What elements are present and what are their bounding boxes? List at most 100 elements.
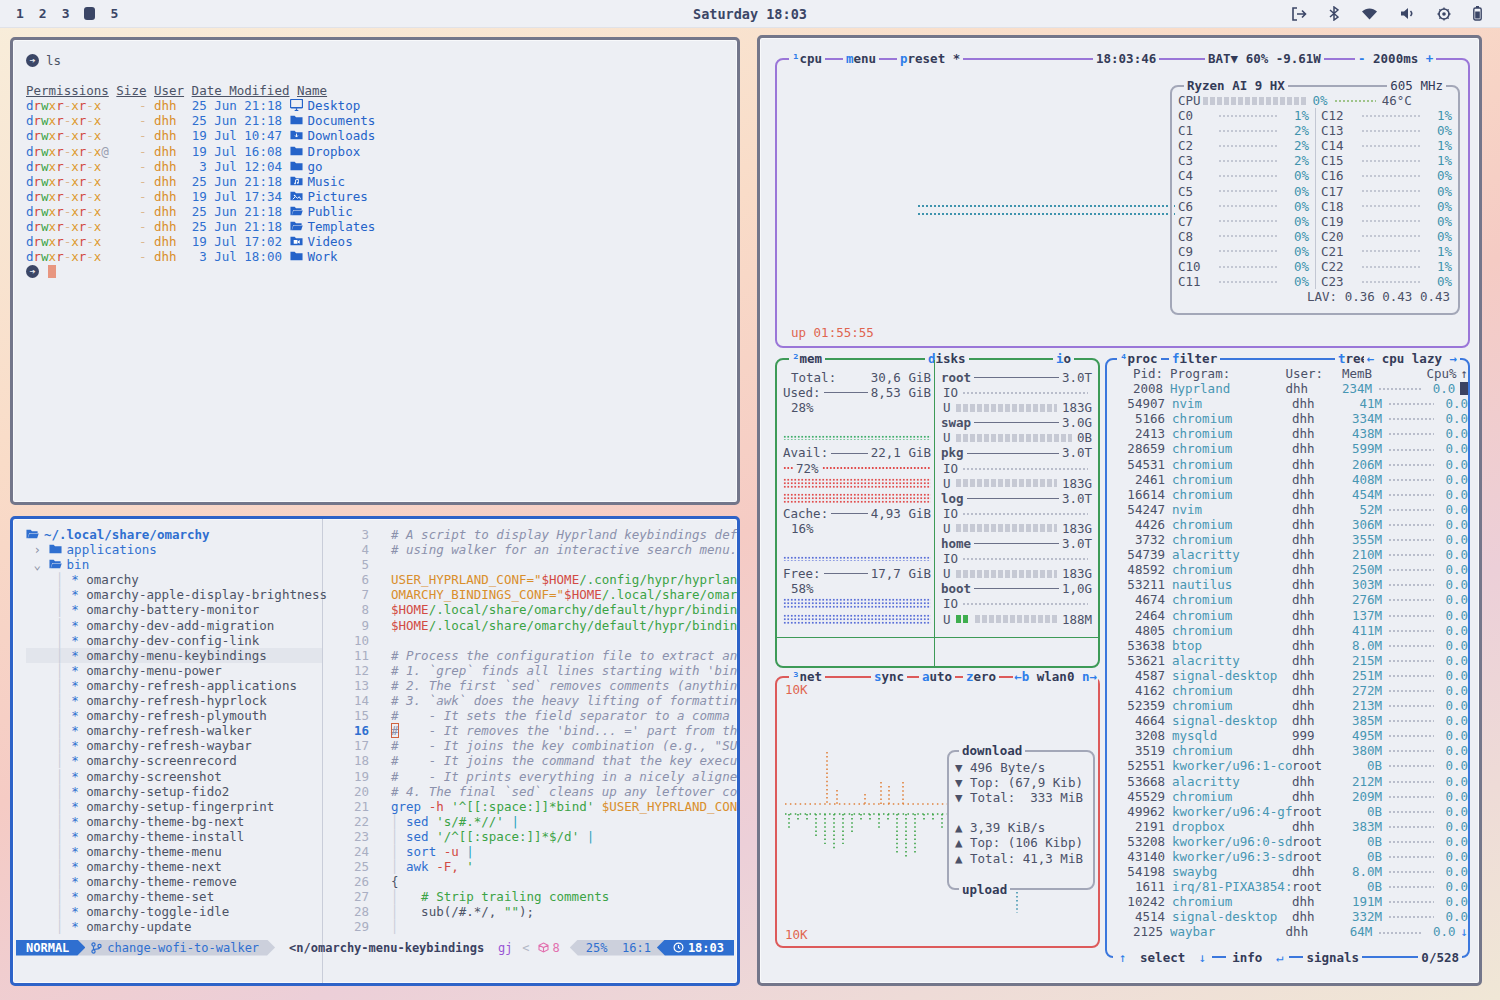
proc-row[interactable]: 54198swaybgdhh8.0M0.0 [1107, 864, 1468, 879]
cpu-time[interactable]: 18:03:46 [1093, 51, 1159, 66]
dir-name[interactable]: Desktop [308, 98, 361, 113]
proc-row[interactable]: 53211nautilusdhh303M0.0 [1107, 577, 1468, 592]
proc-row[interactable]: 2008Hyprlanddhh234M0.0 [1107, 381, 1468, 396]
tree-file[interactable]: │ * omarchy-theme-next [26, 859, 322, 874]
settings-icon[interactable] [1437, 7, 1451, 21]
interval-tab[interactable]: - 2000ms + [1355, 51, 1436, 66]
tree-file[interactable]: │ * omarchy-apple-display-brightness [26, 587, 322, 602]
workspace-1[interactable]: 1 [16, 6, 24, 21]
proc-row[interactable]: 3732chromiumdhh355M0.0 [1107, 532, 1468, 547]
dir-name[interactable]: Documents [308, 113, 376, 128]
proc-row[interactable]: 4162chromiumdhh272M0.0 [1107, 683, 1468, 698]
cpu-model[interactable]: Ryzen AI 9 HX [1184, 78, 1288, 93]
tree-root[interactable]: ~/.local/share/omarchy [26, 527, 322, 542]
tree-file[interactable]: │ * omarchy-setup-fido2 [26, 784, 322, 799]
tree-file[interactable]: │ * omarchy-refresh-applications [26, 678, 322, 693]
tree-file[interactable]: │ * omarchy-refresh-plymouth [26, 708, 322, 723]
proc-row[interactable]: 2464chromiumdhh137M0.0 [1107, 608, 1468, 623]
workspace-active[interactable] [84, 7, 95, 20]
disks-tab[interactable]: disks [925, 351, 969, 366]
proc-row[interactable]: 4674chromiumdhh276M0.0 [1107, 592, 1468, 607]
tree-dir-bin[interactable]: ⌄ bin [26, 557, 322, 572]
proc-row[interactable]: 2413chromiumdhh438M0.0 [1107, 426, 1468, 441]
proc-row[interactable]: 2125waybardhh64M0.0↓ [1107, 924, 1468, 939]
tree-file[interactable]: │ * omarchy [26, 572, 322, 587]
proc-row[interactable]: 4514signal-desktopdhh332M0.0 [1107, 909, 1468, 924]
tree-file[interactable]: │ * omarchy-theme-bg-next [26, 814, 322, 829]
io-tab[interactable]: io [1053, 351, 1074, 366]
preset-tab[interactable]: preset * [897, 51, 963, 66]
proc-row[interactable]: 4426chromiumdhh306M0.0 [1107, 517, 1468, 532]
filter-tab[interactable]: filter [1169, 351, 1220, 366]
mem-tab[interactable]: ²mem [789, 351, 825, 366]
workspace-3[interactable]: 3 [62, 6, 70, 21]
dir-name[interactable]: go [308, 159, 323, 174]
volume-icon[interactable] [1400, 7, 1415, 20]
menu-tab[interactable]: menu [843, 51, 879, 66]
tree-dir-applications[interactable]: › applications [26, 542, 322, 557]
proc-row[interactable]: 52551kworker/u96:1-coroot0B0.0 [1107, 758, 1468, 773]
proc-row[interactable]: 4587signal-desktopdhh251M0.0 [1107, 668, 1468, 683]
proc-row[interactable]: 54739alacrittydhh210M0.0 [1107, 547, 1468, 562]
git-branch[interactable]: change-wofi-to-walker [77, 940, 275, 956]
tree-file[interactable]: │ * omarchy-theme-remove [26, 874, 322, 889]
tree-file[interactable]: │ * omarchy-toggle-idle [26, 904, 322, 919]
proc-row[interactable]: 16614chromiumdhh454M0.0 [1107, 487, 1468, 502]
logout-icon[interactable] [1291, 7, 1307, 21]
tree-file[interactable]: │ * omarchy-refresh-hyprlock [26, 693, 322, 708]
proc-row[interactable]: 45529chromiumdhh209M0.0 [1107, 789, 1468, 804]
typed-command[interactable]: ls [46, 53, 61, 68]
proc-row[interactable]: 53638btopdhh8.0M0.0 [1107, 638, 1468, 653]
tree-file[interactable]: │ * omarchy-screenrecord [26, 753, 322, 768]
tree-file[interactable]: │ * omarchy-battery-monitor [26, 602, 322, 617]
tree-file[interactable]: │ * omarchy-screenshot [26, 769, 322, 784]
proc-row[interactable]: 2461chromiumdhh408M0.0 [1107, 472, 1468, 487]
tree-file[interactable]: │ * omarchy-theme-menu [26, 844, 322, 859]
dir-name[interactable]: Music [308, 174, 346, 189]
proc-row[interactable]: 1611irq/81-PIXA3854:root0B0.0 [1107, 879, 1468, 894]
tree-file[interactable]: │ * omarchy-dev-add-migration [26, 618, 322, 633]
tree-file[interactable]: │ * omarchy-refresh-walker [26, 723, 322, 738]
tree-file[interactable]: │ * omarchy-theme-install [26, 829, 322, 844]
proc-row[interactable]: 53668alacrittydhh212M0.0 [1107, 774, 1468, 789]
bluetooth-icon[interactable] [1329, 6, 1339, 21]
proc-row[interactable]: 54247nvimdhh52M0.0 [1107, 502, 1468, 517]
cpu-tab[interactable]: ¹cpu [789, 51, 825, 66]
workspace-2[interactable]: 2 [39, 6, 47, 21]
proc-row[interactable]: 3519chromiumdhh380M0.0 [1107, 743, 1468, 758]
battery-icon[interactable] [1473, 6, 1482, 21]
dir-name[interactable]: Videos [308, 234, 353, 249]
proc-row[interactable]: 53208kworker/u96:0-sdroot0B0.0 [1107, 834, 1468, 849]
dir-name[interactable]: Public [308, 204, 353, 219]
tree-file[interactable]: │ * omarchy-menu-keybindings [26, 648, 322, 663]
wifi-icon[interactable] [1361, 7, 1378, 20]
proc-row[interactable]: 53621alacrittydhh215M0.0 [1107, 653, 1468, 668]
proc-row[interactable]: 43140kworker/u96:3-sdroot0B0.0 [1107, 849, 1468, 864]
dir-name[interactable]: Downloads [308, 128, 376, 143]
dir-name[interactable]: Templates [308, 219, 376, 234]
proc-row[interactable]: 48592chromiumdhh250M0.0 [1107, 562, 1468, 577]
dir-name[interactable]: Work [308, 249, 338, 264]
workspace-5[interactable]: 5 [110, 6, 118, 21]
tree-file[interactable]: │ * omarchy-update [26, 919, 322, 934]
proc-row[interactable]: 2191dropboxdhh383M0.0 [1107, 819, 1468, 834]
tree-file[interactable]: │ * omarchy-setup-fingerprint [26, 799, 322, 814]
proc-row[interactable]: 54907nvimdhh41M0.0 [1107, 396, 1468, 411]
proc-row[interactable]: 28659chromiumdhh599M0.0 [1107, 441, 1468, 456]
proc-tab[interactable]: ⁴proc [1117, 351, 1161, 366]
tree-file[interactable]: │ * omarchy-menu-power [26, 663, 322, 678]
tree-file[interactable]: │ * omarchy-dev-config-link [26, 633, 322, 648]
proc-row[interactable]: 4664signal-desktopdhh385M0.0 [1107, 713, 1468, 728]
code-editor[interactable]: 3# A script to display Hyprland keybindi… [323, 519, 737, 983]
proc-row[interactable]: 54531chromiumdhh206M0.0 [1107, 457, 1468, 472]
dir-name[interactable]: Dropbox [308, 144, 361, 159]
proc-row[interactable]: 52359chromiumdhh213M0.0 [1107, 698, 1468, 713]
battery-status[interactable]: BAT▼ 60% -9.61W [1205, 51, 1324, 66]
proc-row[interactable]: 5166chromiumdhh334M0.0 [1107, 411, 1468, 426]
tree-file[interactable]: │ * omarchy-refresh-waybar [26, 738, 322, 753]
proc-row[interactable]: 3208mysqld999495M0.0 [1107, 728, 1468, 743]
proc-row[interactable]: 4805chromiumdhh411M0.0 [1107, 623, 1468, 638]
tree-file[interactable]: │ * omarchy-theme-set [26, 889, 322, 904]
proc-row[interactable]: 10242chromiumdhh191M0.0 [1107, 894, 1468, 909]
proc-row[interactable]: 49962kworker/u96:4-gfroot0B0.0 [1107, 804, 1468, 819]
